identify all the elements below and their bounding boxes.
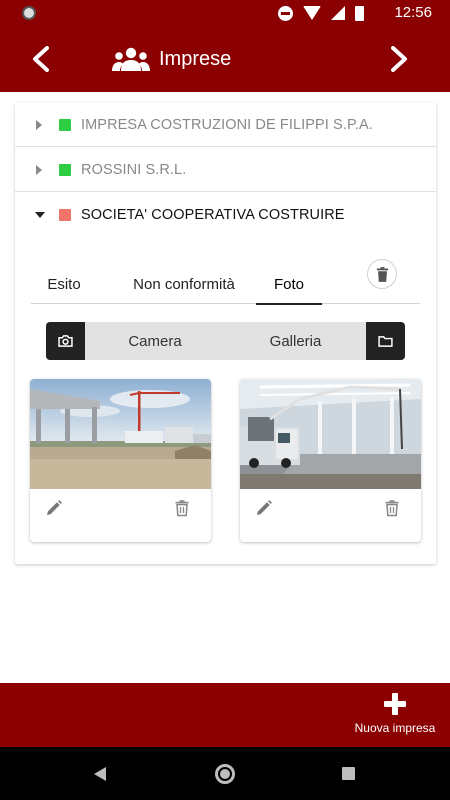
photo-card xyxy=(240,379,421,542)
status-indicator xyxy=(59,119,71,131)
delete-button[interactable] xyxy=(367,259,397,289)
folder-glyph xyxy=(378,335,393,347)
tab-foto[interactable]: Foto xyxy=(256,264,322,305)
photo-card xyxy=(30,379,211,542)
recents-icon[interactable] xyxy=(342,767,355,780)
status-indicator xyxy=(59,209,71,221)
company-row[interactable]: IMPRESA COSTRUZIONI DE FILIPPI S.P.A. xyxy=(15,103,436,147)
company-name: SOCIETA' COOPERATIVA COSTRUIRE xyxy=(81,207,345,223)
camera-icon[interactable] xyxy=(46,322,85,360)
status-indicator xyxy=(59,164,71,176)
circle-icon xyxy=(22,6,36,20)
companies-card: IMPRESA COSTRUZIONI DE FILIPPI S.P.A. RO… xyxy=(15,103,436,564)
company-row[interactable]: ROSSINI S.R.L. xyxy=(15,148,436,192)
app-bar: Imprese xyxy=(0,26,450,92)
chevron-left-icon xyxy=(33,46,49,72)
edit-icon[interactable] xyxy=(45,499,63,517)
gallery-button[interactable]: Galleria xyxy=(225,322,366,360)
company-row-expanded[interactable]: SOCIETA' COOPERATIVA COSTRUIRE xyxy=(15,193,436,237)
caret-right-icon xyxy=(36,120,42,130)
group-icon xyxy=(112,47,150,71)
concrete-pouring-photo[interactable] xyxy=(240,379,421,489)
photo-actions xyxy=(30,489,211,542)
signal-icon xyxy=(331,6,345,20)
company-name: ROSSINI S.R.L. xyxy=(81,162,187,178)
dnd-icon xyxy=(278,5,293,21)
folder-icon[interactable] xyxy=(366,322,405,360)
bottom-bar: Nuova impresa xyxy=(0,683,450,747)
app-screen: 12:56 Imprese IMPRESA COSTRUZIONI DE FIL… xyxy=(0,0,450,800)
tab-esito[interactable]: Esito xyxy=(31,264,97,304)
caret-right-icon xyxy=(36,165,42,175)
camera-glyph xyxy=(58,335,73,347)
trash-icon[interactable] xyxy=(173,499,191,517)
battery-icon xyxy=(355,5,364,21)
home-icon[interactable] xyxy=(215,764,235,784)
new-company-label: Nuova impresa xyxy=(354,721,436,735)
chevron-right-icon xyxy=(391,46,407,72)
next-button[interactable] xyxy=(384,43,414,75)
construction-site-photo[interactable] xyxy=(30,379,211,489)
tab-non-conformita[interactable]: Non conformità xyxy=(117,264,251,304)
trash-icon[interactable] xyxy=(383,499,401,517)
camera-button[interactable]: Camera xyxy=(85,322,225,360)
photo-source-selector: Camera Galleria xyxy=(46,322,405,360)
new-company-button[interactable]: Nuova impresa xyxy=(340,683,450,747)
caret-down-icon xyxy=(35,212,45,218)
app-title-group: Imprese xyxy=(112,44,231,74)
status-time: 12:56 xyxy=(394,4,432,21)
trash-icon xyxy=(376,266,388,282)
prev-button[interactable] xyxy=(26,43,56,75)
page-title: Imprese xyxy=(159,47,232,70)
company-name: IMPRESA COSTRUZIONI DE FILIPPI S.P.A. xyxy=(81,117,373,133)
wifi-icon xyxy=(303,6,321,20)
detail-tabs: Esito Non conformità Foto xyxy=(31,264,420,305)
status-bar: 12:56 xyxy=(0,0,450,26)
system-nav-bar xyxy=(0,747,450,800)
plus-icon xyxy=(384,693,406,715)
back-icon[interactable] xyxy=(94,767,106,781)
status-icons xyxy=(278,5,364,21)
photo-actions xyxy=(240,489,421,542)
edit-icon[interactable] xyxy=(255,499,273,517)
